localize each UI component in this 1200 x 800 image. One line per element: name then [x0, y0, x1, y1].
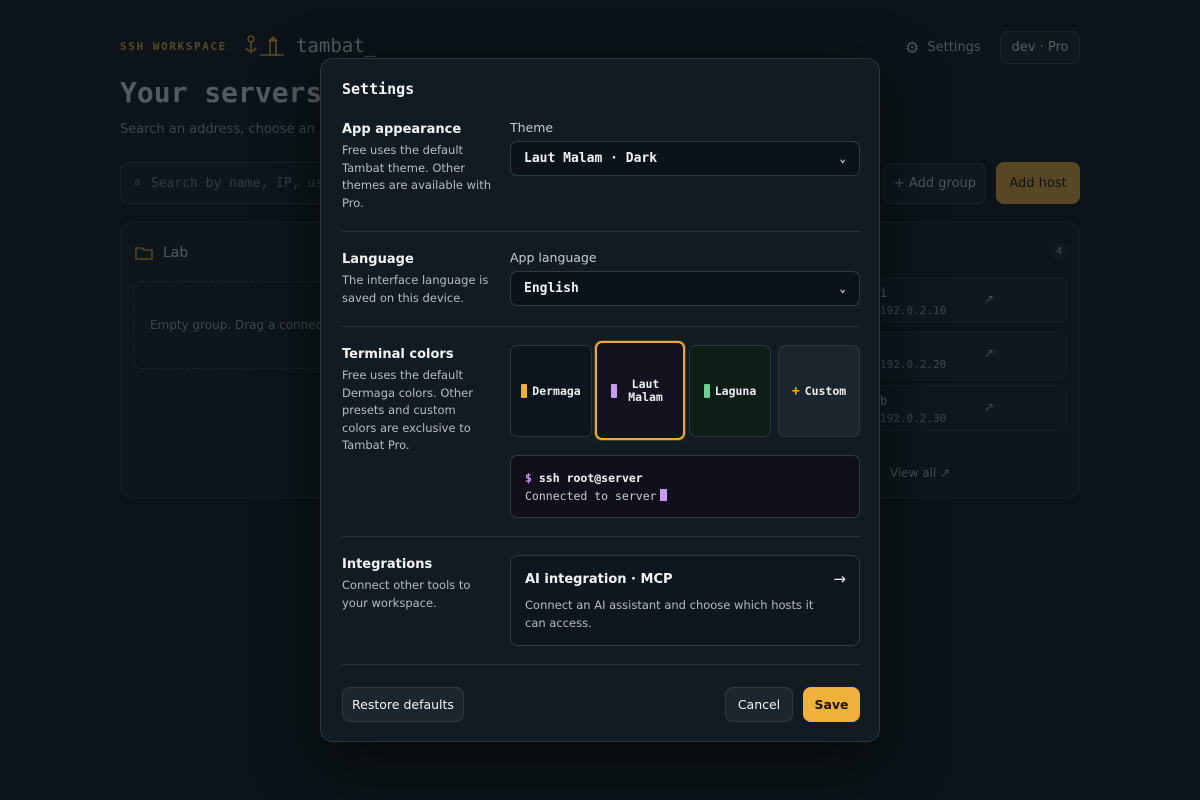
preview-line-1: $ ssh root@server: [525, 469, 845, 487]
preview-output: Connected to server: [525, 489, 657, 503]
brand-logo-icon: [245, 35, 284, 56]
terminal-preview: $ ssh root@server Connected to server: [510, 455, 860, 518]
add-group-button[interactable]: + Add group: [884, 163, 986, 204]
preset-label: Dermaga: [532, 383, 581, 398]
color-swatch: [610, 383, 617, 398]
host-count-badge: 4: [1050, 245, 1067, 258]
page-subtitle: Search an address, choose an an: [120, 122, 336, 137]
brand-tag: SSH WORKSPACE: [120, 40, 227, 53]
preview-command: ssh root@server: [538, 471, 643, 485]
divider: [342, 536, 860, 537]
plus-icon: +: [791, 383, 800, 399]
preset-dermaga[interactable]: Dermaga: [510, 345, 592, 437]
host-ip: 192.0.2.30: [880, 412, 947, 425]
section-title-terminal: Terminal colors: [342, 347, 454, 362]
search-placeholder: Search by name, IP, us: [150, 175, 324, 191]
section-desc-terminal: Free uses the default Dermaga colors. Ot…: [342, 368, 473, 452]
host-name: i: [880, 286, 888, 300]
theme-label: Theme: [510, 120, 554, 135]
ai-integration-card[interactable]: AI integration · MCP → Connect an AI ass…: [510, 555, 860, 646]
language-select[interactable]: English ⌄: [510, 271, 860, 306]
host-ip: 192.0.2.20: [880, 358, 947, 371]
host-ip: 192.0.2.10: [880, 304, 947, 317]
preset-label: Custom: [804, 383, 847, 398]
divider: [342, 326, 860, 327]
preview-line-2: Connected to server: [525, 487, 845, 505]
section-title-appearance: App appearance: [342, 122, 462, 137]
preset-laut-malam[interactable]: Laut Malam: [595, 341, 685, 440]
folder-icon: [135, 247, 153, 260]
integration-title: AI integration · MCP: [525, 572, 673, 587]
chevron-down-icon: ⌄: [839, 282, 846, 295]
divider: [342, 664, 860, 665]
preset-label: Laut Malam: [628, 376, 663, 404]
page-title: Your servers,: [120, 76, 340, 109]
save-button[interactable]: Save: [803, 687, 860, 722]
prompt-symbol: $: [525, 471, 532, 485]
terminal-cursor: [659, 489, 667, 501]
section-title-integrations: Integrations: [342, 557, 433, 572]
settings-dialog: Settings App appearance Free uses the de…: [320, 58, 880, 742]
language-select-value: English: [524, 281, 579, 296]
preset-custom[interactable]: + Custom: [778, 345, 860, 437]
preset-label: Laguna: [714, 383, 757, 398]
color-swatch: [521, 384, 528, 398]
view-all-link[interactable]: View all ↗: [890, 466, 950, 480]
preset-laguna[interactable]: Laguna: [689, 345, 771, 437]
color-swatch: [703, 384, 710, 398]
restore-defaults-button[interactable]: Restore defaults: [342, 687, 464, 722]
section-desc-appearance: Free uses the default Tambat theme. Othe…: [342, 143, 492, 210]
user-menu-button[interactable]: dev · Pro: [1000, 31, 1080, 64]
section-desc-integrations: Connect other tools to your workspace.: [342, 578, 471, 610]
cancel-button[interactable]: Cancel: [725, 687, 793, 722]
search-icon: ⌕: [133, 175, 141, 191]
open-host-icon[interactable]: ↗: [984, 400, 994, 414]
section-title-language: Language: [342, 252, 414, 267]
add-host-button[interactable]: Add host: [996, 162, 1080, 204]
integration-desc: Connect an AI assistant and choose which…: [525, 598, 814, 630]
dialog-title: Settings: [342, 80, 415, 98]
theme-select[interactable]: Laut Malam · Dark ⌄: [510, 141, 860, 176]
group-title: Lab: [135, 245, 188, 261]
open-host-icon[interactable]: ↗: [984, 346, 994, 360]
brand-name: tambat_: [296, 35, 377, 57]
gear-icon: ⚙: [905, 38, 920, 57]
chevron-down-icon: ⌄: [839, 152, 846, 165]
host-name: b: [880, 394, 888, 408]
language-label: App language: [510, 250, 597, 265]
arrow-right-icon: →: [833, 570, 846, 588]
nav-settings-label: Settings: [927, 40, 981, 55]
section-desc-language: The interface language is saved on this …: [342, 273, 489, 305]
theme-select-value: Laut Malam · Dark: [524, 151, 658, 166]
divider: [342, 231, 860, 232]
nav-settings-link[interactable]: ⚙ Settings: [905, 38, 981, 57]
group-name: Lab: [163, 245, 189, 261]
open-host-icon[interactable]: ↗: [984, 292, 994, 306]
